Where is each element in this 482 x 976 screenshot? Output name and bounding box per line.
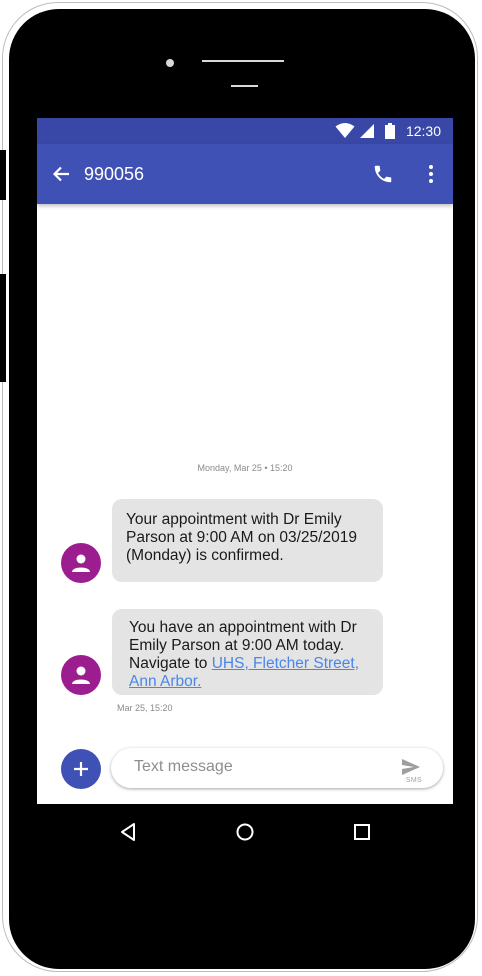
volume-button <box>0 150 6 200</box>
sender-avatar[interactable] <box>61 543 101 583</box>
person-icon <box>72 666 90 684</box>
day-timestamp: Monday, Mar 25 • 15:20 <box>197 463 293 473</box>
person-icon <box>72 554 90 572</box>
compose-bar: Text message SMS <box>37 734 453 804</box>
status-bar: 12:30 <box>37 118 453 144</box>
message-text: Your appointment with Dr Emily Parson at… <box>126 511 357 564</box>
send-icon[interactable] <box>401 757 421 777</box>
sensor-line <box>231 85 258 87</box>
message-placeholder: Text message <box>134 758 233 775</box>
power-button <box>0 274 6 382</box>
sms-label: SMS <box>405 777 422 784</box>
sender-avatar[interactable] <box>61 655 101 695</box>
message-input[interactable]: Text message SMS <box>111 748 443 788</box>
add-attachment-button[interactable] <box>61 749 101 789</box>
arrow-left-icon[interactable] <box>51 164 71 184</box>
speaker-grille <box>202 60 284 62</box>
message-timestamp: Mar 25, 15:20 <box>117 703 173 713</box>
front-camera <box>166 59 174 67</box>
phone-icon[interactable] <box>372 163 394 185</box>
plus-icon <box>74 762 88 776</box>
status-time: 12:30 <box>405 123 441 139</box>
nav-recents-icon[interactable] <box>353 823 371 841</box>
app-bar: 990056 <box>37 144 453 204</box>
contact-title: 990056 <box>84 164 145 184</box>
signal-icon <box>359 124 374 138</box>
nav-home-icon[interactable] <box>235 822 255 842</box>
phone-screen: 12:30 990056 Monday, Mar 25 • 15:20 Your… <box>37 118 453 804</box>
status-icons: 12:30 <box>335 118 453 144</box>
wifi-icon <box>335 123 355 138</box>
message-bubble[interactable]: You have an appointment with Dr Emily Pa… <box>112 609 383 695</box>
more-vert-icon[interactable] <box>421 163 441 185</box>
navigation-bar <box>0 810 482 854</box>
battery-icon <box>384 123 395 139</box>
nav-back-icon[interactable] <box>119 822 137 842</box>
message-bubble[interactable]: Your appointment with Dr Emily Parson at… <box>112 499 383 582</box>
conversation-area[interactable]: Monday, Mar 25 • 15:20 Your appointment … <box>37 204 453 734</box>
